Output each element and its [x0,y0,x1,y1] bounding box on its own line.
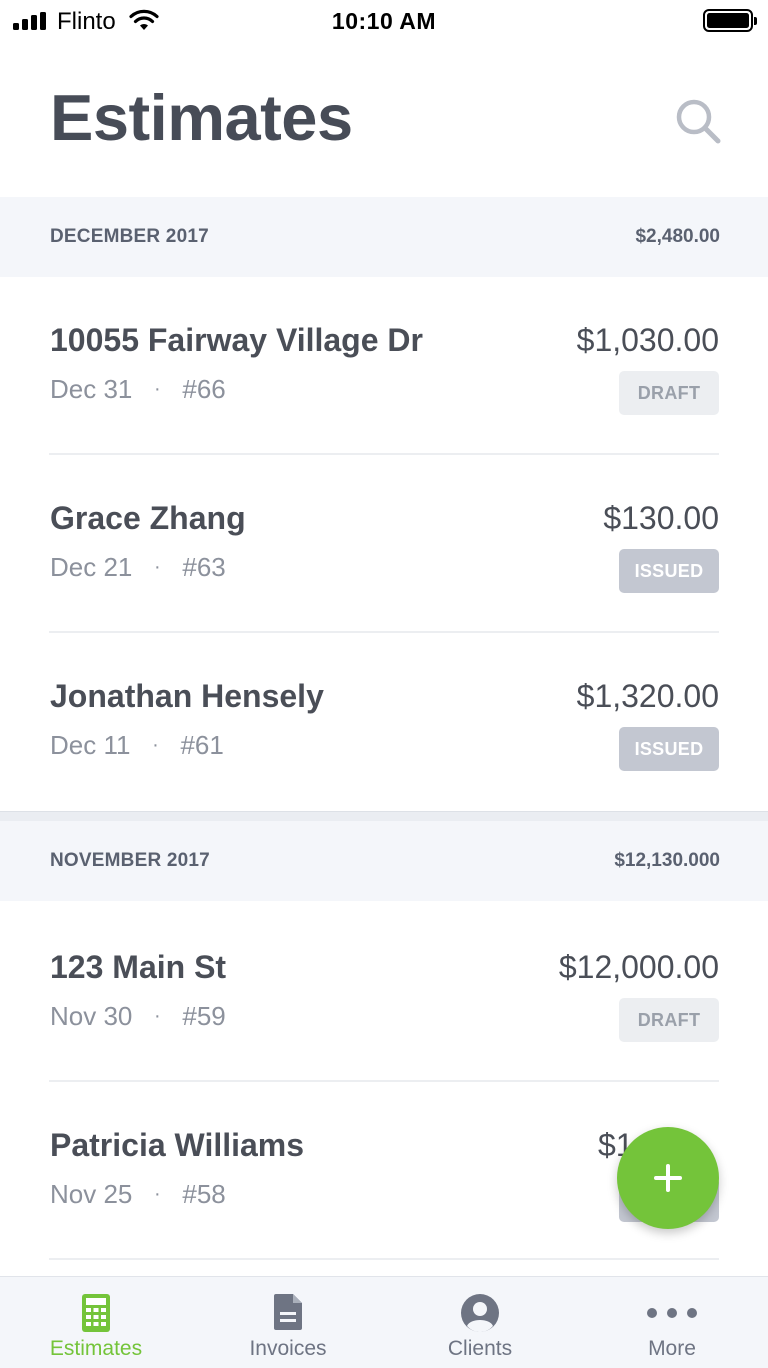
estimate-row[interactable]: 123 Main St Nov 30 · #59 $12,000.00 DRAFT [0,904,768,1082]
estimate-name: Jonathan Hensely [50,678,324,714]
section-header-december: DECEMBER 2017 $2,480.00 [0,197,768,277]
estimate-meta: Dec 11 · #61 [50,730,224,761]
estimate-name: Grace Zhang [50,500,246,536]
estimate-amount: $1,030.00 [576,322,719,358]
estimate-date: Dec 21 [50,552,133,582]
estimate-amount: $1,320.00 [576,678,719,714]
status-time: 10:10 AM [331,8,437,34]
tab-label: More [648,1337,696,1360]
section-total: $12,130.000 [614,850,720,871]
estimate-meta: Dec 21 · #63 [50,552,226,583]
meta-separator: · [154,1183,161,1205]
section-month-label: NOVEMBER 2017 [50,850,210,871]
tab-more[interactable]: More [576,1277,768,1368]
estimate-name: 10055 Fairway Village Dr [50,322,423,358]
status-badge: ISSUED [619,727,719,771]
estimate-number: #63 [182,552,226,582]
tab-estimates[interactable]: Estimates [0,1277,192,1368]
status-badge: ISSUED [619,549,719,593]
tab-invoices[interactable]: Invoices [192,1277,384,1368]
estimate-meta: Nov 30 · #59 [50,1001,226,1032]
search-button[interactable] [674,97,724,147]
status-bar: Flinto 10:10 AM [0,0,768,42]
tab-label: Clients [447,1337,513,1360]
page-title: Estimates [50,81,353,154]
estimate-name: Patricia Williams [50,1127,305,1163]
more-dots-icon [647,1308,697,1318]
estimate-name: 123 Main St [50,949,227,985]
section-total: $2,480.00 [635,226,720,247]
estimate-meta: Dec 31 · #66 [50,374,226,405]
section-month-label: DECEMBER 2017 [50,226,209,247]
estimate-number: #61 [180,730,224,760]
estimate-date: Nov 30 [50,1001,133,1031]
estimate-amount: $130.00 [603,500,719,536]
meta-separator: · [152,734,159,756]
document-icon [274,1294,302,1330]
estimate-number: #66 [182,374,226,404]
status-badge: DRAFT [619,998,719,1042]
estimate-number: #59 [182,1001,226,1031]
estimate-number: #58 [182,1179,226,1209]
tab-bar: Estimates Invoices Clients More [0,1276,768,1368]
add-estimate-button[interactable] [617,1127,719,1229]
section-divider [0,811,768,821]
estimate-row[interactable]: Grace Zhang Dec 21 · #63 $130.00 ISSUED [0,455,768,633]
estimate-meta: Nov 25 · #58 [50,1179,226,1210]
row-divider [49,1258,719,1260]
tab-label: Estimates [49,1337,143,1360]
user-icon [461,1294,499,1332]
search-icon [676,99,721,144]
status-badge: DRAFT [619,371,719,415]
estimate-amount: $12,000.00 [558,949,719,985]
estimate-row[interactable]: Jonathan Hensely Dec 11 · #61 $1,320.00 IS… [0,633,768,811]
section-header-november: NOVEMBER 2017 $12,130.000 [0,821,768,901]
estimate-date: Dec 11 [50,730,131,760]
meta-separator: · [154,1005,161,1027]
estimate-date: Nov 25 [50,1179,133,1209]
estimate-row[interactable]: 10055 Fairway Village Dr Dec 31 · #66 $1,0… [0,277,768,455]
battery-icon [703,9,757,32]
tab-label: Invoices [249,1337,327,1360]
calculator-icon [82,1294,110,1332]
meta-separator: · [154,556,161,578]
meta-separator: · [154,378,161,400]
tab-clients[interactable]: Clients [384,1277,576,1368]
estimate-date: Dec 31 [50,374,133,404]
